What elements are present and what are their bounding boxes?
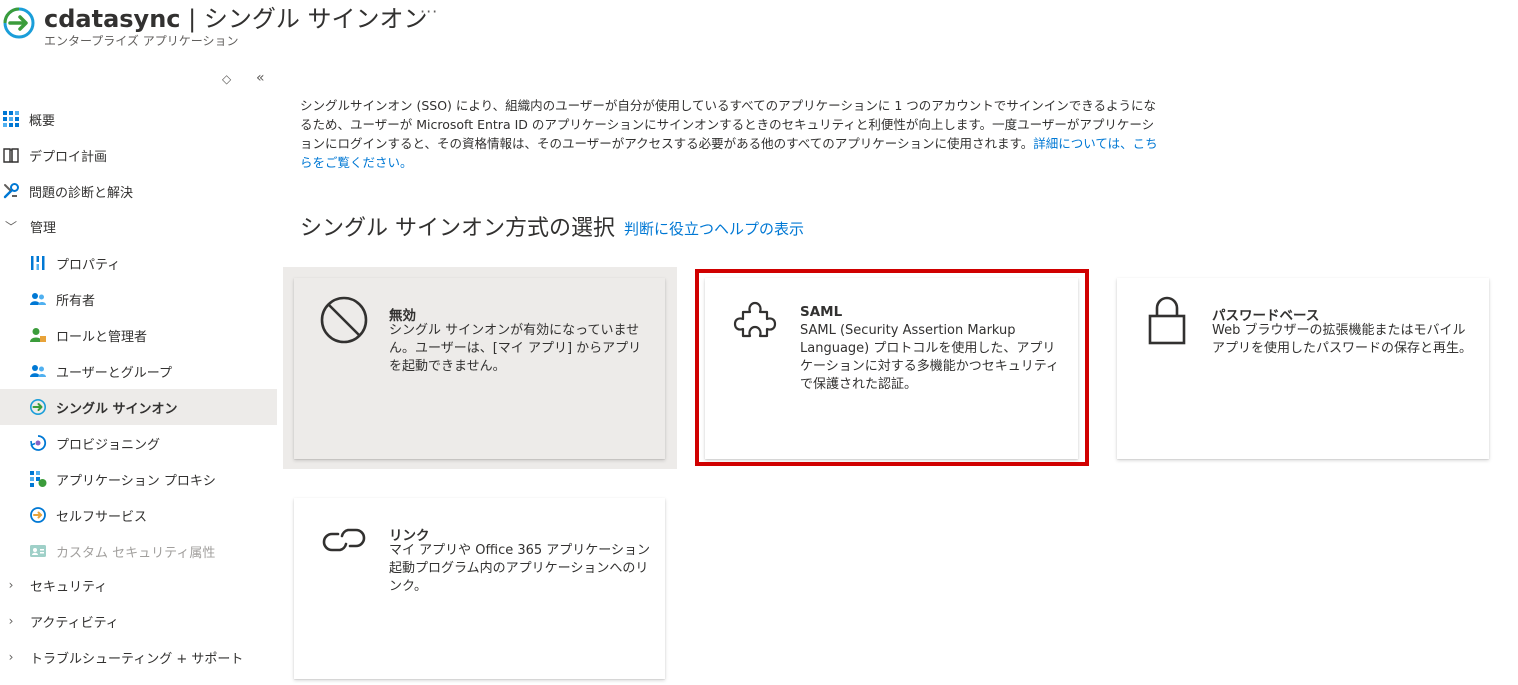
- page-title: cdatasync | シングル サインオン: [44, 0, 428, 34]
- book-icon: [2, 146, 20, 164]
- sidebar-group-security[interactable]: › セキュリティ: [0, 567, 277, 603]
- card-title: 無効: [389, 308, 416, 324]
- help-decide-link[interactable]: 判断に役立つヘルプの表示: [624, 218, 804, 239]
- sidebar-item-users-groups[interactable]: ユーザーとグループ: [0, 353, 277, 389]
- sidebar-item-single-sign-on[interactable]: シングル サインオン: [0, 389, 277, 425]
- sidebar-item-properties[interactable]: プロパティ: [0, 245, 277, 281]
- intro-text: シングルサインオン (SSO) により、組織内のユーザーが自分が使用しているすべ…: [300, 98, 1157, 151]
- sidebar: ◇ « 概要 デプロイ計画 問題の診断と解決 ﹀ 管理 プロパティ 所有者 ロー…: [0, 64, 277, 685]
- provisioning-icon: [29, 434, 47, 452]
- chevron-right-icon: ›: [8, 614, 14, 628]
- section-title: シングル サインオン方式の選択: [300, 216, 615, 241]
- sidebar-item-label: ユーザーとグループ: [56, 365, 172, 381]
- sidebar-item-overview[interactable]: 概要: [0, 101, 277, 137]
- sidebar-item-label: 管理: [30, 220, 57, 236]
- grid-icon: [2, 110, 20, 128]
- sidebar-item-self-service[interactable]: セルフサービス: [0, 497, 277, 533]
- sidebar-item-label: ロールと管理者: [56, 329, 148, 345]
- more-actions-button[interactable]: ···: [420, 2, 438, 21]
- users-groups-icon: [29, 362, 47, 380]
- chevron-down-icon: ﹀: [4, 219, 17, 234]
- sidebar-item-label: トラブルシューティング + サポート: [30, 651, 244, 667]
- wrench-icon: [2, 182, 20, 200]
- app-name: cdatasync: [44, 5, 181, 33]
- role-admin-icon: [29, 326, 47, 344]
- sidebar-item-label: デプロイ計画: [29, 149, 108, 165]
- title-separator: |: [188, 5, 197, 33]
- sidebar-group-activity[interactable]: › アクティビティ: [0, 603, 277, 639]
- sidebar-item-label: カスタム セキュリティ属性: [56, 545, 216, 561]
- sidebar-item-owners[interactable]: 所有者: [0, 281, 277, 317]
- sidebar-item-provisioning[interactable]: プロビジョニング: [0, 425, 277, 461]
- sidebar-item-label: プロパティ: [56, 257, 121, 273]
- chevron-right-icon: ›: [8, 650, 14, 664]
- page-header: cdatasync | シングル サインオン ··· エンタープライズ アプリケ…: [0, 0, 1518, 60]
- chevron-right-icon: ›: [8, 578, 14, 592]
- move-button[interactable]: ◇: [222, 72, 231, 86]
- sidebar-item-deployment-plan[interactable]: デプロイ計画: [0, 137, 277, 173]
- sidebar-item-label: セキュリティ: [30, 579, 108, 595]
- sidebar-item-label: 問題の診断と解決: [29, 185, 134, 201]
- sidebar-group-manage[interactable]: ﹀ 管理: [0, 208, 277, 244]
- card-description: Web ブラウザーの拡張機能またはモバイル アプリを使用したパスワードの保存と再…: [1212, 323, 1473, 356]
- intro-paragraph: シングルサインオン (SSO) により、組織内のユーザーが自分が使用しているすべ…: [300, 96, 1160, 172]
- sidebar-item-label: 概要: [29, 113, 56, 129]
- sidebar-item-label: アクティビティ: [30, 615, 119, 631]
- sidebar-item-label: シングル サインオン: [56, 401, 178, 417]
- card-description: マイ アプリや Office 365 アプリケーション起動プログラム内のアプリケ…: [389, 543, 651, 594]
- sidebar-item-roles-admins[interactable]: ロールと管理者: [0, 317, 277, 353]
- sidebar-item-label: アプリケーション プロキシ: [56, 473, 216, 489]
- users-icon: [29, 290, 47, 308]
- collapse-sidebar-button[interactable]: «: [256, 70, 265, 86]
- sidebar-item-label: セルフサービス: [56, 509, 148, 525]
- card-password-based[interactable]: パスワードベース Web ブラウザーの拡張機能またはモバイル アプリを使用したパ…: [1117, 278, 1489, 459]
- properties-icon: [29, 254, 47, 272]
- sign-in-arrow-icon: [29, 398, 47, 416]
- custom-attributes-icon: [29, 542, 47, 560]
- card-title: パスワードベース: [1212, 308, 1320, 324]
- saml-highlight-frame: [695, 269, 1089, 466]
- proxy-icon: [29, 470, 47, 488]
- card-title: リンク: [389, 528, 430, 544]
- page-subtitle: エンタープライズ アプリケーション: [44, 34, 239, 48]
- disabled-circle-icon: [318, 294, 370, 346]
- sidebar-item-diagnose[interactable]: 問題の診断と解決: [0, 173, 277, 209]
- link-icon: [318, 514, 370, 566]
- sidebar-item-app-proxy[interactable]: アプリケーション プロキシ: [0, 461, 277, 497]
- sidebar-item-label: プロビジョニング: [56, 437, 161, 453]
- card-linked[interactable]: リンク マイ アプリや Office 365 アプリケーション起動プログラム内の…: [294, 498, 665, 679]
- sign-in-arrow-icon: [2, 6, 36, 40]
- sidebar-item-label: 所有者: [56, 293, 96, 309]
- sidebar-group-troubleshooting[interactable]: › トラブルシューティング + サポート: [0, 639, 277, 675]
- card-description: シングル サインオンが有効になっていません。ユーザーは、[マイ アプリ] からア…: [389, 323, 642, 374]
- page-name: シングル サインオン: [203, 5, 428, 33]
- sidebar-item-custom-security-attributes: カスタム セキュリティ属性: [0, 533, 277, 569]
- self-service-icon: [29, 506, 47, 524]
- card-disabled[interactable]: 無効 シングル サインオンが有効になっていません。ユーザーは、[マイ アプリ] …: [294, 278, 665, 459]
- lock-icon: [1141, 294, 1193, 346]
